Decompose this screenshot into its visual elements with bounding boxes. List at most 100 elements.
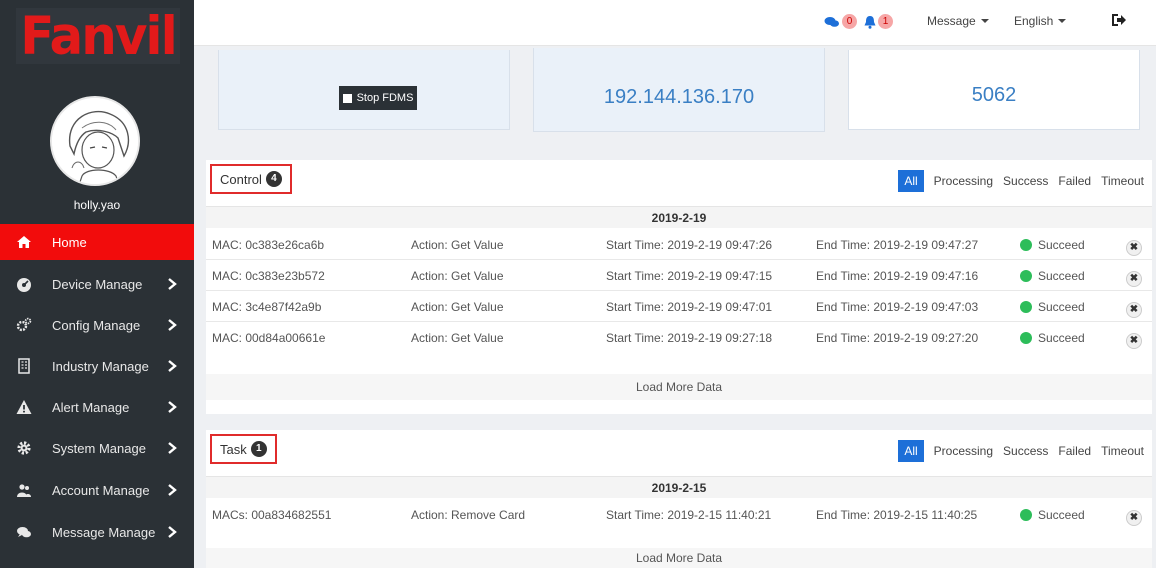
chevron-right-icon [168,278,177,290]
delete-record-button[interactable]: ✖ [1126,271,1142,287]
chevron-right-icon [168,526,177,538]
server-ip-value: 192.144.136.170 [603,86,755,108]
stop-fdms-button[interactable]: Stop FDMS [339,86,417,110]
mac-cell: MAC: 00d84a00661e [212,331,326,345]
delete-record-button[interactable]: ✖ [1126,302,1142,318]
cogs-icon [16,317,32,333]
status-cell: Succeed [1038,269,1085,283]
start-time-cell: Start Time: 2019-2-19 09:47:15 [606,269,773,283]
sidebar-item-label: Alert Manage [52,399,130,415]
table-row[interactable]: MAC: 0c383e26ca6b Action: Get Value Star… [206,230,1152,260]
table-row[interactable]: MAC: 3c4e87f42a9b Action: Get Value Star… [206,292,1152,322]
comments-icon [16,524,32,540]
status-success-icon [1020,270,1032,282]
load-more-button[interactable]: Load More Data [206,548,1152,568]
alerts-notification[interactable]: 1 [864,14,893,29]
sidebar-item-label: Device Manage [52,276,143,292]
warning-icon [16,399,32,415]
username: holly.yao [73,198,121,212]
end-time-cell: End Time: 2019-2-19 09:47:27 [816,238,979,252]
sidebar-item-label: Home [52,234,87,250]
status-success-icon [1020,239,1032,251]
task-filters: All Processing Success Failed Timeout [898,440,1144,462]
filter-processing[interactable]: Processing [934,444,993,458]
sidebar-item-system-manage[interactable]: System Manage [0,430,194,466]
control-title: Control [220,171,262,187]
filter-all[interactable]: All [898,440,924,462]
filter-timeout[interactable]: Timeout [1101,174,1144,188]
sidebar-item-industry-manage[interactable]: Industry Manage [0,348,194,384]
sidebar-item-device-manage[interactable]: Device Manage [0,266,194,302]
avatar[interactable] [50,96,140,186]
stop-icon [342,93,352,103]
sidebar-item-message-manage[interactable]: Message Manage [0,514,194,550]
table-row[interactable]: MAC: 0c383e23b572 Action: Get Value Star… [206,261,1152,291]
server-ip-card: 192.144.136.170 [533,48,825,132]
filter-all[interactable]: All [898,170,924,192]
table-row[interactable]: MAC: 00d84a00661e Action: Get Value Star… [206,323,1152,353]
delete-record-button[interactable]: ✖ [1126,333,1142,349]
language-dropdown[interactable]: English [1014,14,1067,28]
date-group-header: 2019-2-19 [206,206,1152,228]
start-time-cell: Start Time: 2019-2-19 09:27:18 [606,331,773,345]
comments-badge: 0 [842,14,857,29]
mac-cell: MAC: 0c383e26ca6b [212,238,325,252]
end-time-cell: End Time: 2019-2-19 09:47:16 [816,269,979,283]
sidebar-item-config-manage[interactable]: Config Manage [0,307,194,343]
filter-success[interactable]: Success [1003,444,1048,458]
start-time-cell: Start Time: 2019-2-19 09:47:01 [606,300,773,314]
sign-out-icon [1112,14,1126,26]
server-port-card: 5062 [848,50,1140,130]
status-cell: Succeed [1038,300,1085,314]
start-time-cell: Start Time: 2019-2-15 11:40:21 [606,508,772,522]
end-time-cell: End Time: 2019-2-19 09:47:03 [816,300,979,314]
avatar-image [52,98,138,184]
end-time-cell: End Time: 2019-2-15 11:40:25 [816,508,978,522]
sidebar-item-home[interactable]: Home [0,224,194,260]
action-cell: Action: Get Value [411,331,504,345]
start-time-cell: Start Time: 2019-2-19 09:47:26 [606,238,773,252]
sidebar-item-account-manage[interactable]: Account Manage [0,472,194,508]
status-success-icon [1020,509,1032,521]
sidebar-item-label: System Manage [52,440,146,456]
building-icon [16,358,32,374]
sidebar-item-label: Message Manage [52,524,156,540]
message-dropdown[interactable]: Message [927,14,989,28]
fdms-control-card: Stop FDMS [218,50,510,130]
filter-failed[interactable]: Failed [1058,174,1091,188]
filter-failed[interactable]: Failed [1058,444,1091,458]
filter-processing[interactable]: Processing [934,174,993,188]
delete-record-button[interactable]: ✖ [1126,510,1142,526]
mac-cell: MACs: 00a834682551 [212,508,332,522]
sidebar: Fanvil holly.yao Home Device Manage Conf… [0,0,194,568]
logout-button[interactable] [1111,12,1127,28]
users-icon [16,482,32,498]
control-panel-header: Control 4 [210,164,292,194]
logo[interactable]: Fanvil [16,8,180,64]
status-success-icon [1020,301,1032,313]
status-cell: Succeed [1038,238,1085,252]
task-panel: Task 1 All Processing Success Failed Tim… [206,430,1152,568]
control-panel: Control 4 All Processing Success Failed … [206,160,1152,414]
filter-success[interactable]: Success [1003,174,1048,188]
sidebar-item-alert-manage[interactable]: Alert Manage [0,389,194,425]
caret-down-icon [980,19,989,23]
bell-icon [864,15,876,29]
mac-cell: MAC: 0c383e23b572 [212,269,325,283]
task-count-badge: 1 [250,441,267,457]
alerts-badge: 1 [878,14,893,29]
task-panel-header: Task 1 [210,434,277,464]
chevron-right-icon [168,442,177,454]
load-more-button[interactable]: Load More Data [206,374,1152,400]
delete-record-button[interactable]: ✖ [1126,240,1142,256]
mac-cell: MAC: 3c4e87f42a9b [212,300,322,314]
sidebar-item-label: Account Manage [52,482,150,498]
filter-timeout[interactable]: Timeout [1101,444,1144,458]
chevron-right-icon [168,401,177,413]
chevron-right-icon [168,484,177,496]
control-filters: All Processing Success Failed Timeout [898,170,1144,192]
comments-notification[interactable]: 0 [824,14,857,29]
status-cell: Succeed [1038,331,1085,345]
status-success-icon [1020,332,1032,344]
table-row[interactable]: MACs: 00a834682551 Action: Remove Card S… [206,500,1152,530]
